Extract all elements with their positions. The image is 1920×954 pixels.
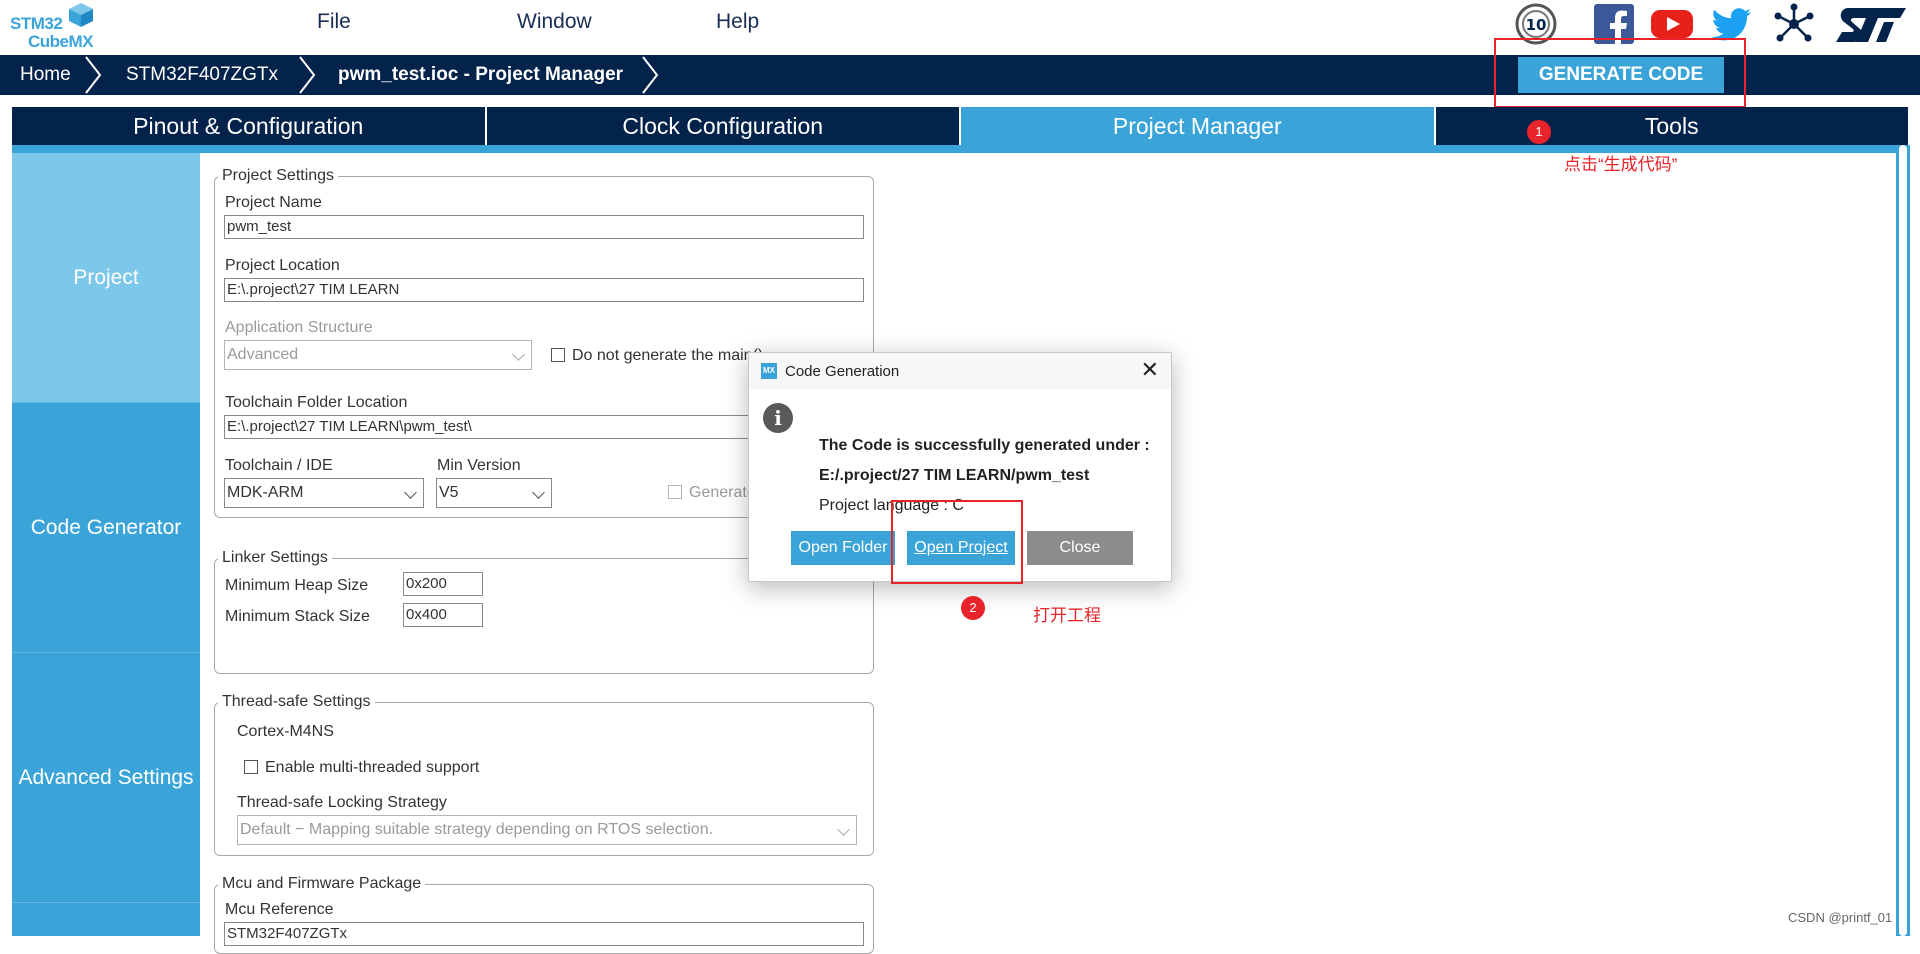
no-main-label: Do not generate the main() bbox=[572, 347, 764, 364]
min-version-value: V5 bbox=[439, 484, 459, 501]
thread-safe-legend: Thread-safe Settings bbox=[218, 693, 375, 711]
chevron-down-icon bbox=[532, 486, 545, 499]
heap-size-label: Minimum Heap Size bbox=[225, 577, 369, 594]
cubemx-mx-icon: MX bbox=[761, 363, 777, 379]
toolchain-label: Toolchain / IDE bbox=[225, 457, 333, 474]
watermark: CSDN @printf_01 bbox=[1788, 910, 1893, 925]
project-name-label: Project Name bbox=[225, 194, 322, 211]
anniversary-10-icon[interactable]: 10 bbox=[1514, 2, 1558, 46]
chevron-down-icon bbox=[404, 486, 417, 499]
generate-code-button[interactable]: GENERATE CODE bbox=[1518, 57, 1724, 93]
tab-project-manager[interactable]: Project Manager bbox=[961, 107, 1436, 145]
dialog-message-line1: The Code is successfully generated under… bbox=[819, 437, 1150, 454]
breadcrumb-home[interactable]: Home bbox=[20, 55, 71, 95]
stm32cubemx-logo: STM32 CubeMX bbox=[8, 2, 98, 52]
chevron-down-icon bbox=[512, 348, 525, 361]
linker-settings-legend: Linker Settings bbox=[218, 549, 332, 567]
open-project-button[interactable]: Open Project bbox=[907, 531, 1015, 565]
app-structure-select[interactable]: Advanced bbox=[224, 340, 532, 370]
stack-size-label: Minimum Stack Size bbox=[225, 608, 370, 625]
scrollbar-thumb[interactable] bbox=[1899, 145, 1907, 936]
no-main-checkbox[interactable] bbox=[551, 348, 565, 362]
toolchain-select[interactable]: MDK-ARM bbox=[224, 478, 424, 508]
youtube-icon[interactable] bbox=[1650, 2, 1694, 46]
annotation-text-2: 打开工程 bbox=[1033, 606, 1101, 625]
top-menu-bar: STM32 CubeMX File Window Help 10 bbox=[0, 0, 1920, 55]
chevron-right-icon bbox=[85, 56, 102, 94]
mcu-ref-input[interactable]: STM32F407ZGTx bbox=[224, 922, 864, 946]
mcu-ref-label: Mcu Reference bbox=[225, 901, 334, 918]
mcu-package-legend: Mcu and Firmware Package bbox=[218, 875, 426, 893]
multithread-checkbox[interactable] bbox=[244, 760, 258, 774]
min-version-select[interactable]: V5 bbox=[436, 478, 552, 508]
locking-strategy-select[interactable]: Default − Mapping suitable strategy depe… bbox=[237, 815, 857, 845]
locking-strategy-value: Default − Mapping suitable strategy depe… bbox=[240, 821, 714, 838]
project-location-label: Project Location bbox=[225, 257, 340, 274]
project-settings-legend: Project Settings bbox=[218, 167, 339, 185]
cube-icon bbox=[69, 3, 93, 27]
project-location-input[interactable]: E:\.project\27 TIM LEARN bbox=[224, 278, 864, 302]
logo-line2: CubeMX bbox=[28, 32, 94, 51]
menu-window[interactable]: Window bbox=[517, 10, 592, 34]
generate-under-root-label: Generate bbox=[689, 484, 756, 501]
toolchain-folder-label: Toolchain Folder Location bbox=[225, 394, 408, 411]
close-button[interactable]: Close bbox=[1027, 531, 1133, 565]
side-item-code-generator[interactable]: Code Generator bbox=[12, 403, 200, 653]
tab-tools[interactable]: Tools bbox=[1436, 107, 1909, 145]
tab-clock[interactable]: Clock Configuration bbox=[487, 107, 961, 145]
app-structure-label: Application Structure bbox=[225, 319, 373, 336]
dialog-title: Code Generation bbox=[785, 363, 900, 380]
multithread-label: Enable multi-threaded support bbox=[265, 759, 480, 776]
anniversary-badge-text: 10 bbox=[1526, 16, 1547, 34]
side-item-advanced-settings[interactable]: Advanced Settings bbox=[12, 653, 200, 903]
open-folder-button[interactable]: Open Folder bbox=[791, 531, 895, 565]
code-generation-dialog: MX Code Generation ✕ i The Code is succe… bbox=[748, 352, 1172, 582]
project-name-input[interactable]: pwm_test bbox=[224, 215, 864, 239]
close-icon[interactable]: ✕ bbox=[1141, 359, 1159, 381]
locking-strategy-label: Thread-safe Locking Strategy bbox=[237, 794, 447, 811]
toolchain-folder-input[interactable]: E:\.project\27 TIM LEARN\pwm_test\ bbox=[224, 415, 764, 439]
heap-size-input[interactable]: 0x200 bbox=[403, 572, 483, 596]
generate-under-root-checkbox[interactable] bbox=[668, 485, 682, 499]
menu-help[interactable]: Help bbox=[716, 10, 759, 34]
min-version-label: Min Version bbox=[437, 457, 521, 474]
info-icon: i bbox=[763, 403, 793, 433]
main-tabs: Pinout & Configuration Clock Configurati… bbox=[12, 107, 1908, 145]
tab-pinout[interactable]: Pinout & Configuration bbox=[12, 107, 487, 145]
logo-line1: STM32 bbox=[10, 14, 63, 33]
chevron-right-icon bbox=[642, 56, 659, 94]
app-structure-value: Advanced bbox=[227, 346, 299, 363]
side-nav: Project Code Generator Advanced Settings bbox=[12, 153, 200, 936]
core-label: Cortex-M4NS bbox=[237, 723, 334, 740]
stack-size-input[interactable]: 0x400 bbox=[403, 603, 483, 627]
st-logo-icon[interactable] bbox=[1834, 2, 1914, 46]
dialog-message-language: Project language : C bbox=[819, 497, 964, 514]
chevron-right-icon bbox=[299, 56, 316, 94]
menu-file[interactable]: File bbox=[317, 10, 351, 34]
chevron-down-icon bbox=[837, 823, 850, 836]
facebook-icon[interactable] bbox=[1592, 2, 1636, 46]
breadcrumb: Home STM32F407ZGTx pwm_test.ioc - Projec… bbox=[0, 55, 1920, 95]
dialog-message-path: E:/.project/27 TIM LEARN/pwm_test bbox=[819, 467, 1090, 484]
toolchain-value: MDK-ARM bbox=[227, 484, 304, 501]
breadcrumb-mcu[interactable]: STM32F407ZGTx bbox=[126, 55, 278, 95]
side-item-project[interactable]: Project bbox=[12, 153, 200, 403]
annotation-badge-2: 2 bbox=[961, 596, 985, 620]
annotation-badge-1: 1 bbox=[1527, 120, 1551, 144]
annotation-text-1: 点击“生成代码” bbox=[1564, 155, 1678, 174]
network-icon[interactable] bbox=[1772, 2, 1816, 46]
twitter-icon[interactable] bbox=[1710, 2, 1754, 46]
breadcrumb-project[interactable]: pwm_test.ioc - Project Manager bbox=[338, 55, 623, 95]
